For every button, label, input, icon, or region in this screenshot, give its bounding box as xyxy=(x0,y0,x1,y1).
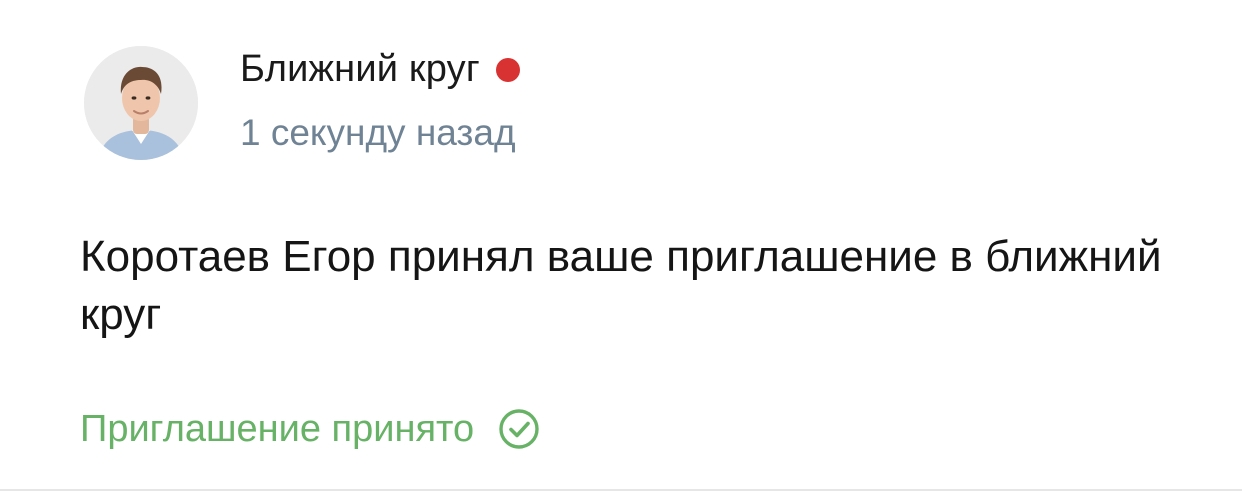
check-circle-icon xyxy=(498,408,540,450)
notification-message: Коротаев Егор принял ваше приглашение в … xyxy=(80,232,1162,339)
title-row: Ближний круг xyxy=(240,46,520,92)
status-text: Приглашение принято xyxy=(80,407,475,450)
unread-indicator xyxy=(495,58,520,82)
avatar-photo xyxy=(84,46,198,160)
avatar[interactable] xyxy=(84,46,198,160)
status-row: Приглашение принято xyxy=(80,403,540,455)
notification-card[interactable]: Ближний круг 1 секунду назад Коротаев Ег… xyxy=(0,0,1242,491)
notification-time: 1 секунду назад xyxy=(240,112,516,153)
notification-title: Ближний круг xyxy=(240,47,480,90)
